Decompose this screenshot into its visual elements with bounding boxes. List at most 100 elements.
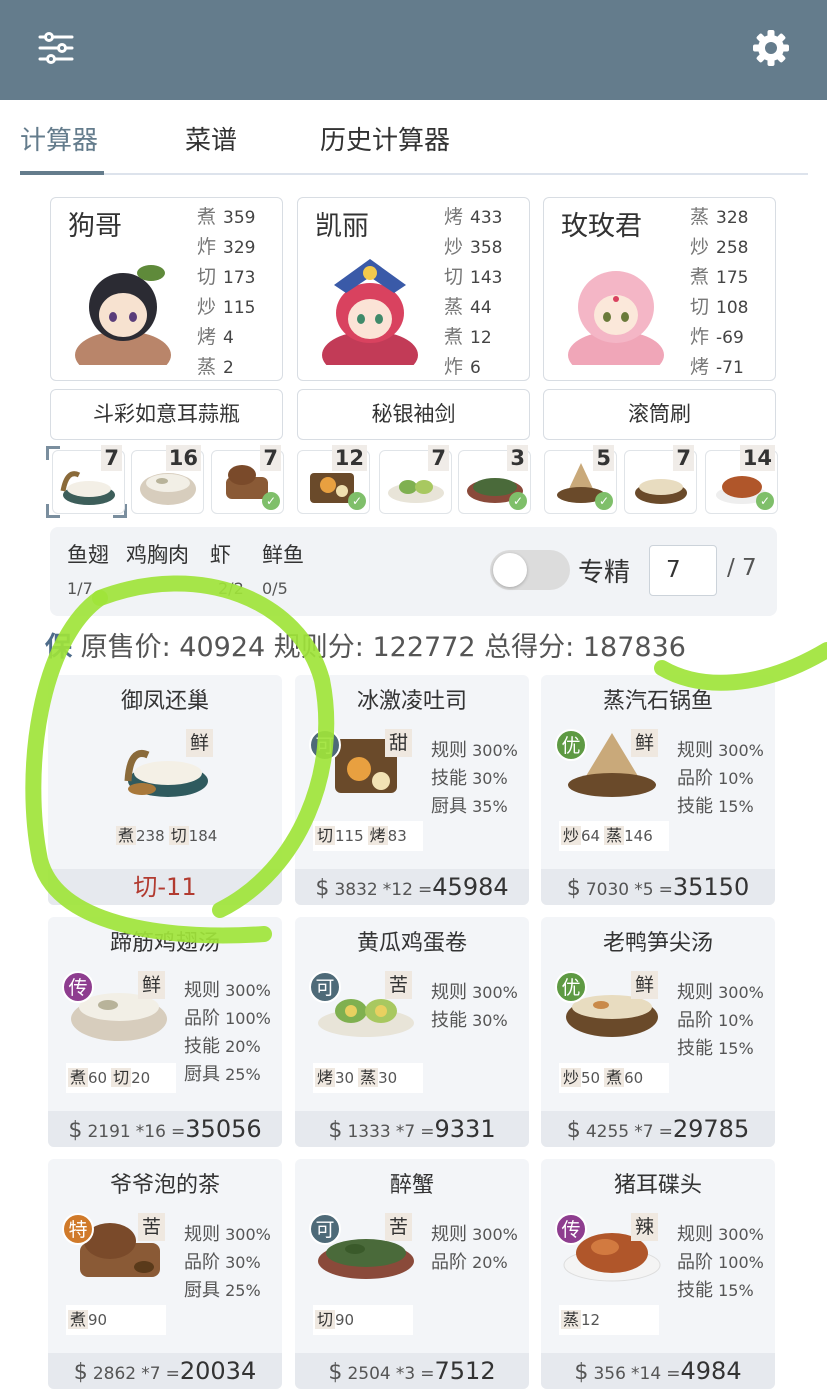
specialty-input[interactable]: 7 [649, 545, 717, 596]
recipe-skill-req: 切 90 [313, 1305, 413, 1335]
tab-calculator[interactable]: 计算器 [20, 120, 98, 157]
recipe-card[interactable]: 猪耳碟头 传 辣 规则 300% 品阶 100% 技能 15% 蒸 12 $ 35… [541, 1159, 775, 1389]
recipe-skill-req: 煮 90 [66, 1305, 166, 1335]
bonus-list: 规则 300% 品阶 30% 厨具 25% [184, 1221, 271, 1305]
rarity-badge: 优 [555, 971, 587, 1003]
ingredient-count: 1/7 [67, 579, 93, 598]
recipe-card[interactable]: 黄瓜鸡蛋卷 可 苦 规则 300% 技能 30% 烤 30 蒸 30 $ 1333 *… [295, 917, 529, 1147]
slot-count: 16 [165, 445, 201, 471]
recipe-card[interactable]: 老鸭笋尖汤 优 鲜 规则 300% 品阶 10% 技能 15% 炒 50 煮 60 $… [541, 917, 775, 1147]
recipe-name: 冰激凌吐司 [356, 689, 467, 714]
chef-card-1[interactable]: 狗哥 煮 359 炸 329 切 173 炒 115 烤4 蒸2 [50, 197, 283, 381]
settings-gear-icon[interactable] [751, 28, 791, 68]
recipe-footer: $ 7030 *5 =35150 [541, 869, 775, 905]
dollar-icon: $ [73, 1360, 88, 1385]
recipe-footer: $ 2862 *7 =20034 [48, 1353, 282, 1389]
recipe-slot[interactable]: 7 [624, 445, 697, 514]
chef-skill: 切 108 [690, 296, 749, 318]
chef-skill-list: 煮 359 炸 329 切 173 炒 115 烤4 蒸2 [197, 202, 255, 382]
chef-skill-list: 烤 433 炒 358 切 143 蒸 44 煮 12 炸6 [444, 202, 502, 382]
chef-name: 玫玫君 [561, 211, 642, 242]
recipe-card[interactable]: 御凤还巢 鲜 煮 238 切 184 切-11 [48, 675, 282, 905]
recipe-name: 蒸汽石锅鱼 [602, 689, 713, 714]
recipe-footer: $ 356 *14 =4984 [541, 1353, 775, 1389]
rarity-badge: 传 [62, 971, 94, 1003]
tab-divider [20, 173, 808, 175]
app-header [0, 0, 827, 100]
total-label: 总得分: [484, 632, 575, 663]
rarity-badge: 特 [62, 1213, 94, 1245]
recipe-slot[interactable]: 12 ✓ [297, 445, 370, 514]
bonus-line: 厨具 25% [184, 1064, 261, 1085]
recipe-footer: $ 3832 *12 =45984 [295, 869, 529, 905]
rarity-badge: 可 [309, 971, 341, 1003]
taste-tag: 苦 [385, 971, 413, 999]
chef-skill: 炸6 [444, 356, 481, 378]
chef-skill: 炸 329 [197, 236, 256, 258]
chef-skill: 烤 -71 [690, 356, 744, 378]
specialty-toggle[interactable] [490, 550, 570, 590]
rarity-badge: 可 [309, 729, 341, 761]
equip-button-2[interactable]: 秘银袖剑 [297, 389, 530, 440]
recipe-slot[interactable]: 7 [379, 445, 452, 514]
chef-card-3[interactable]: 玫玫君 蒸 328 炒 258 煮 175 切 108 炸 -69 烤 -71 [543, 197, 776, 381]
recipe-slot[interactable]: 14 ✓ [705, 445, 778, 514]
recipe-slot[interactable]: 3 ✓ [458, 445, 531, 514]
chef-skill: 切 173 [197, 266, 256, 288]
recipe-name: 爷爷泡的茶 [109, 1173, 220, 1198]
taste-tag: 辣 [631, 1213, 659, 1241]
bonus-line: 规则 300% [431, 740, 518, 761]
taste-tag: 鲜 [631, 971, 659, 999]
toggle-knob [493, 553, 527, 587]
slot-count: 7 [260, 445, 281, 471]
check-icon: ✓ [756, 492, 774, 510]
bonus-line: 厨具 35% [431, 796, 508, 817]
ingredient-count: 2/2 [218, 579, 244, 598]
recipe-name: 蹄筋鸡翅汤 [109, 931, 220, 956]
dollar-icon: $ [328, 1360, 343, 1385]
recipe-slot[interactable]: 5 ✓ [544, 445, 617, 514]
bonus-line: 品阶 10% [677, 1010, 754, 1031]
recipe-card[interactable]: 醉蟹 可 苦 规则 300% 品阶 20% 切 90 $ 2504 *3 =751… [295, 1159, 529, 1389]
recipe-card[interactable]: 爷爷泡的茶 特 苦 规则 300% 品阶 30% 厨具 25% 煮 90 $ 28… [48, 1159, 282, 1389]
recipe-slot[interactable]: 7 ✓ [211, 445, 284, 514]
bonus-line: 技能 30% [431, 768, 508, 789]
equip-button-1[interactable]: 斗彩如意耳蒜瓶 [50, 389, 283, 440]
tab-history-calculator[interactable]: 历史计算器 [320, 120, 450, 157]
bonus-line: 规则 300% [431, 1224, 518, 1245]
chef-skill: 炒 115 [197, 296, 256, 318]
check-icon: ✓ [595, 492, 613, 510]
chef-card-2[interactable]: 凯丽 烤 433 炒 358 切 143 蒸 44 煮 12 炸6 [297, 197, 530, 381]
score-summary: 保 原售价: 40924 规则分: 122772 总得分: 187836 [45, 625, 686, 664]
dollar-icon: $ [566, 876, 581, 901]
bonus-line: 品阶 100% [184, 1008, 271, 1029]
taste-tag: 鲜 [138, 971, 166, 999]
rule-value: 122772 [372, 632, 476, 663]
chef-name: 凯丽 [315, 211, 369, 242]
taste-tag: 甜 [385, 729, 413, 757]
recipe-footer: $ 1333 *7 =9331 [295, 1111, 529, 1147]
dollar-icon: $ [68, 1118, 83, 1143]
equip-button-3[interactable]: 滚筒刷 [543, 389, 776, 440]
bonus-list: 规则 300% 品阶 100% 技能 20% 厨具 25% [184, 977, 271, 1089]
price-label: 原售价: [80, 632, 171, 663]
specialty-label: 专精 [578, 558, 631, 588]
bonus-line: 品阶 20% [431, 1252, 508, 1273]
slot-count: 12 [331, 445, 367, 471]
slot-count: 3 [507, 445, 528, 471]
bonus-line: 规则 300% [677, 740, 764, 761]
chef-avatar [560, 255, 671, 365]
recipe-slot[interactable]: 7 [52, 445, 125, 514]
slot-count: 5 [593, 445, 614, 471]
rarity-badge: 优 [555, 729, 587, 761]
slot-count: 7 [101, 445, 122, 471]
chef-skill: 烤 433 [444, 206, 503, 228]
recipe-slot[interactable]: 16 [131, 445, 204, 514]
tab-recipes[interactable]: 菜谱 [185, 120, 237, 157]
filter-sliders-icon[interactable] [36, 28, 76, 68]
recipe-card[interactable]: 蹄筋鸡翅汤 传 鲜 规则 300% 品阶 100% 技能 20% 厨具 25% … [48, 917, 282, 1147]
recipe-card[interactable]: 冰激凌吐司 可 甜 规则 300% 技能 30% 厨具 35% 切 115 烤 83 … [295, 675, 529, 905]
taste-tag: 苦 [138, 1213, 166, 1241]
bonus-line: 规则 300% [184, 980, 271, 1001]
recipe-card[interactable]: 蒸汽石锅鱼 优 鲜 规则 300% 品阶 10% 技能 15% 炒 64 蒸 146 … [541, 675, 775, 905]
